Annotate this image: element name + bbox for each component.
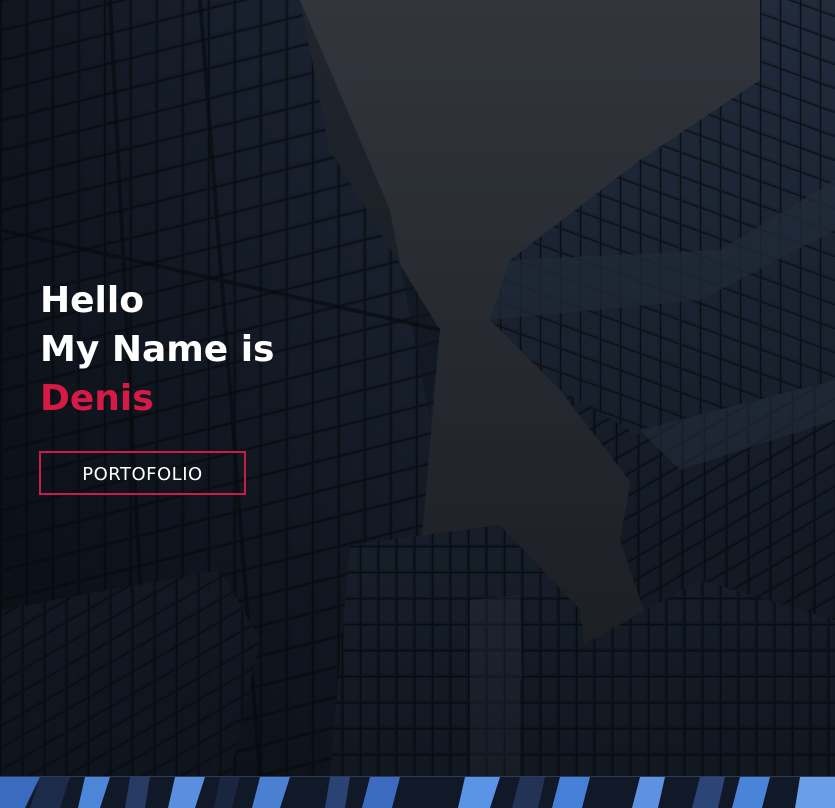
greeting-text: Hello [40, 280, 144, 321]
intro-text: My Name is [40, 329, 275, 370]
portfolio-button[interactable]: PORTOFOLIO [39, 451, 246, 495]
next-section-image-strip [0, 776, 835, 808]
name-text: Denis [40, 378, 154, 419]
hero-section: Hello My Name is Denis PORTOFOLIO [0, 0, 835, 776]
intro-heading: Hello My Name is Denis [40, 276, 274, 423]
